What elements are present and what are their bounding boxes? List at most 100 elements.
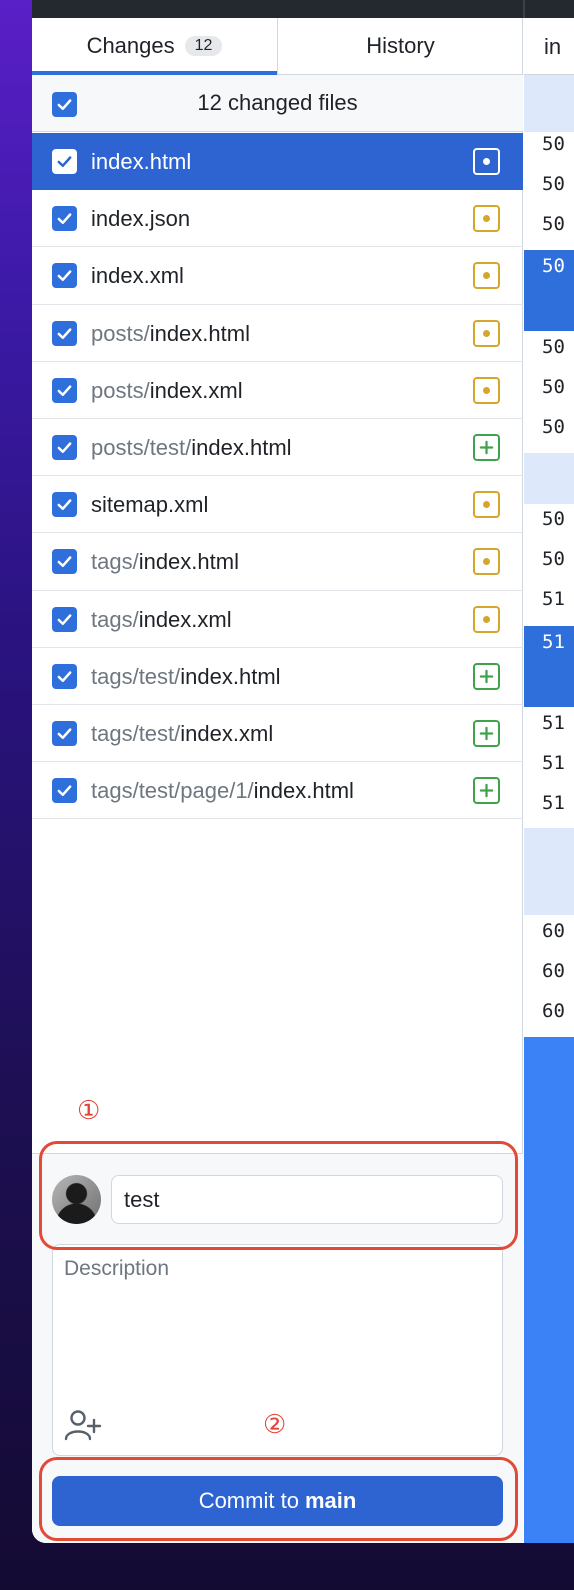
file-checkbox[interactable] <box>52 778 77 804</box>
tab-history-label: History <box>366 33 435 58</box>
file-checkbox[interactable] <box>52 149 77 174</box>
file-row[interactable]: posts/index.html <box>32 305 523 362</box>
tab-history[interactable]: History <box>277 18 523 74</box>
file-checkbox[interactable] <box>52 720 77 746</box>
file-added-icon <box>473 433 500 461</box>
file-row[interactable]: tags/test/page/1/index.html <box>32 762 523 820</box>
file-name: index.html <box>149 320 250 346</box>
diff-hunk-header <box>524 453 574 504</box>
diff-line-number: 50 <box>542 133 565 155</box>
diff-line-number: 50 <box>542 336 565 358</box>
changed-files-header: 12 changed files <box>32 75 523 132</box>
commit-button-prefix: Commit to <box>198 1488 299 1513</box>
diff-line-number: 51 <box>542 712 565 734</box>
diff-line-number: 50 <box>542 173 565 195</box>
tab-bar: Changes 12 History <box>32 18 523 75</box>
file-checkbox[interactable] <box>52 206 77 232</box>
annotation-marker-1: ① <box>77 1096 101 1126</box>
diff-empty-area <box>524 1037 574 1543</box>
tab-changes[interactable]: Changes 12 <box>32 18 277 75</box>
file-row[interactable]: index.xml <box>32 247 523 305</box>
file-row[interactable]: tags/test/index.xml <box>32 705 523 763</box>
diff-line-number: 50 <box>542 416 565 438</box>
add-coauthor-icon[interactable] <box>63 1407 103 1443</box>
file-path: posts/test/index.html <box>91 419 292 476</box>
commit-button[interactable]: Commit to main <box>52 1476 503 1526</box>
annotation-marker-2: ② <box>263 1410 287 1440</box>
file-dir: tags/ <box>91 549 139 575</box>
file-dir: tags/ <box>91 606 139 632</box>
diff-line-number: 50 <box>542 213 565 235</box>
diff-line-number: 50 <box>542 508 565 530</box>
diff-line-number: 51 <box>542 631 565 653</box>
file-dir: tags/test/ <box>91 720 181 746</box>
file-row[interactable]: tags/index.html <box>32 533 523 591</box>
file-name: index.html <box>253 778 354 804</box>
file-path: tags/test/index.xml <box>91 705 273 762</box>
file-checkbox[interactable] <box>52 377 77 403</box>
file-path: index.xml <box>91 247 184 304</box>
file-row[interactable]: posts/test/index.html <box>32 419 523 477</box>
diff-panel: in 50 50 50 50 50 50 50 50 50 51 51 51 51 51 60 60 60 <box>524 18 574 1543</box>
diff-hunk-header <box>524 75 574 132</box>
commit-description-field[interactable]: Description ② <box>52 1244 503 1456</box>
file-dir: posts/test/ <box>91 434 192 460</box>
file-path: tags/test/page/1/index.html <box>91 762 354 819</box>
diff-line-number: 50 <box>542 376 565 398</box>
file-name: index.json <box>91 206 191 232</box>
file-path: tags/test/index.html <box>91 648 281 705</box>
file-dir: tags/test/page/1/ <box>91 778 254 804</box>
file-list: index.html index.json index.xml posts/index… <box>32 133 523 820</box>
file-row[interactable]: tags/test/index.html <box>32 648 523 705</box>
diff-line-number: 60 <box>542 960 565 982</box>
changes-count-badge: 12 <box>184 36 223 56</box>
file-modified-icon <box>473 262 500 290</box>
file-checkbox[interactable] <box>52 549 77 575</box>
file-path: tags/index.html <box>91 533 239 590</box>
file-checkbox[interactable] <box>52 320 77 346</box>
file-modified-icon <box>473 148 500 175</box>
file-row[interactable]: index.json <box>32 190 523 248</box>
diff-hunk-header <box>524 828 574 915</box>
tab-changes-label: Changes <box>86 33 175 58</box>
file-path: tags/index.xml <box>91 591 232 648</box>
file-name: index.html <box>191 434 292 460</box>
commit-summary-input[interactable]: test <box>111 1175 503 1224</box>
file-path: index.json <box>91 190 190 247</box>
title-bar <box>32 0 574 18</box>
file-checkbox[interactable] <box>52 434 77 460</box>
file-name: index.html <box>180 663 281 689</box>
file-checkbox[interactable] <box>52 606 77 632</box>
file-checkbox[interactable] <box>52 663 77 689</box>
file-checkbox[interactable] <box>52 263 77 289</box>
file-modified-icon <box>473 319 500 347</box>
title-bar-divider <box>523 0 525 18</box>
file-dir: tags/test/ <box>91 663 181 689</box>
description-placeholder: Description <box>64 1257 170 1280</box>
file-row[interactable]: posts/index.xml <box>32 362 523 419</box>
file-name: index.xml <box>91 263 184 289</box>
file-name: sitemap.xml <box>91 492 209 518</box>
changes-panel: Changes 12 History 12 changed files inde… <box>32 18 523 1543</box>
file-row[interactable]: sitemap.xml <box>32 476 523 534</box>
diff-line-number: 50 <box>542 255 565 277</box>
diff-file-tab[interactable]: in <box>524 18 574 75</box>
file-modified-icon <box>473 605 500 633</box>
file-checkbox[interactable] <box>52 492 77 518</box>
file-modified-icon <box>473 205 500 233</box>
file-added-icon <box>473 777 500 805</box>
diff-line-number: 60 <box>542 920 565 942</box>
file-dir: posts/ <box>91 377 150 403</box>
select-all-checkbox[interactable] <box>52 92 77 117</box>
file-path: posts/index.html <box>91 305 250 362</box>
file-path: sitemap.xml <box>91 476 208 533</box>
diff-line-number: 51 <box>542 588 565 610</box>
commit-branch-name: main <box>304 1488 357 1513</box>
file-modified-icon <box>473 491 500 519</box>
commit-panel: test Description ② Commit to main <box>32 1153 523 1543</box>
file-row[interactable]: index.html <box>32 133 523 191</box>
file-name: index.html <box>138 549 239 575</box>
file-row[interactable]: tags/index.xml <box>32 591 523 648</box>
app-window: Changes 12 History 12 changed files inde… <box>32 0 574 1543</box>
file-path: index.html <box>91 133 191 190</box>
